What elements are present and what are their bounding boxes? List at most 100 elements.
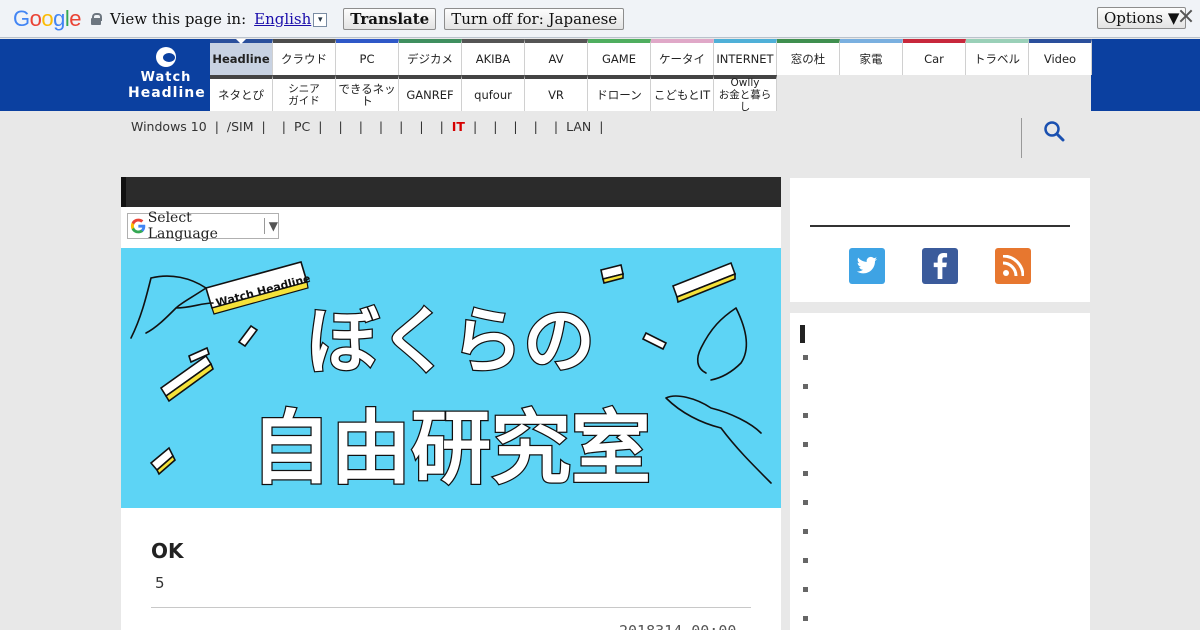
nav-item[interactable]: 家電	[840, 39, 903, 75]
subnav-link[interactable]: /SIM	[227, 119, 254, 134]
search-icon[interactable]	[1043, 120, 1065, 142]
subnav-link[interactable]: IT	[452, 119, 465, 134]
category-subnav: Windows 10 | /SIM | | PC | | | | | | | IT | | | | | LAN |	[131, 119, 611, 134]
google-logo: Google	[13, 5, 82, 32]
list-item-bullet[interactable]	[803, 587, 808, 592]
list-item-bullet[interactable]	[803, 500, 808, 505]
subnav-separator: |	[281, 119, 286, 134]
nav-item[interactable]: できるネット	[336, 75, 399, 111]
banner-title-line1: ぼくらの	[307, 299, 595, 383]
list-item-bullet[interactable]	[803, 384, 808, 389]
translate-button[interactable]: Translate	[343, 7, 437, 30]
close-icon[interactable]	[1179, 9, 1193, 23]
nav-item[interactable]: Owlly お金と暮らし	[714, 75, 777, 113]
subnav-link[interactable]: PC	[294, 119, 310, 134]
subnav-link[interactable]: Windows 10	[131, 119, 207, 134]
subnav-separator: |	[214, 119, 219, 134]
rss-button[interactable]	[995, 248, 1031, 284]
select-language-widget[interactable]: Select Language ▼	[127, 210, 279, 242]
nav-item[interactable]: トラベル	[966, 39, 1029, 75]
list-item-bullet[interactable]	[803, 529, 808, 534]
subnav-separator: |	[399, 119, 404, 134]
subnav-separator: |	[439, 119, 444, 134]
google-g-icon	[130, 218, 146, 234]
twitter-icon	[856, 256, 878, 274]
nav-item[interactable]: デジカメ	[399, 39, 462, 75]
language-select[interactable]: English ▾	[254, 10, 328, 28]
facebook-icon	[933, 253, 948, 279]
turn-off-button[interactable]: Turn off for: Japanese	[444, 7, 625, 30]
options-button[interactable]: Options ▼	[1097, 7, 1187, 29]
article-number: 5	[155, 574, 165, 592]
select-separator	[263, 218, 265, 234]
list-item-bullet[interactable]	[803, 442, 808, 447]
nav-item[interactable]: AKIBA	[462, 39, 525, 75]
nav-item[interactable]: こどもとIT	[651, 75, 714, 111]
translate-prompt: View this page in:	[110, 9, 247, 28]
list-item-bullet[interactable]	[803, 413, 808, 418]
nav-item[interactable]: INTERNET	[714, 39, 777, 75]
site-header: Watch Headline Headline クラウド PC デジカメ AKIBA AV…	[0, 39, 1200, 113]
nav-row-primary: Headline クラウド PC デジカメ AKIBA AV GAME ケータイ INTERNE…	[210, 39, 1092, 75]
section-header-bar	[121, 177, 781, 207]
nav-item[interactable]: ケータイ	[651, 39, 714, 75]
logo-line1: Watch	[140, 70, 192, 85]
subnav-separator: |	[599, 119, 604, 134]
select-language-label: Select Language	[147, 210, 218, 242]
facebook-button[interactable]	[922, 248, 958, 284]
subnav-separator: |	[378, 119, 384, 134]
article-divider	[151, 607, 751, 608]
subnav-separator: |	[338, 119, 343, 134]
header-blue-right	[1091, 39, 1200, 111]
nav-item[interactable]: ネタとぴ	[210, 75, 273, 111]
subnav-separator: |	[493, 119, 498, 134]
nav-item[interactable]: クラウド	[273, 39, 336, 75]
nav-item[interactable]: シニア ガイド	[273, 75, 336, 111]
nav-item[interactable]: AV	[525, 39, 588, 75]
list-item-bullet[interactable]	[803, 471, 808, 476]
nav-item[interactable]: Headline	[210, 39, 273, 75]
google-logo-letter: g	[53, 5, 65, 31]
main-content: Select Language ▼ Watch Headline ぼくらの 自由…	[121, 177, 781, 630]
banner-title-line2: 自由研究室	[251, 402, 651, 495]
banner-illustration: Watch Headline ぼくらの 自由研究室	[130, 261, 772, 496]
nav-row-secondary: ネタとぴ シニア ガイド できるネット GANREF qufour VR ドローン こどもとI…	[210, 75, 777, 113]
watch-headline-tag: Watch Headline	[204, 261, 312, 315]
site-logo[interactable]: Watch Headline	[128, 47, 205, 101]
nav-item[interactable]: Car	[903, 39, 966, 75]
subnav-separator: |	[358, 119, 363, 134]
sidebar-social	[790, 178, 1090, 302]
subnav-separator: |	[553, 119, 559, 134]
google-logo-letter: G	[13, 5, 30, 31]
logo-mark-icon	[154, 47, 178, 69]
subnav-separator: |	[318, 119, 323, 134]
subnav-separator: |	[261, 119, 266, 134]
chevron-down-icon[interactable]: ▾	[313, 12, 328, 27]
google-logo-letter: o	[41, 5, 54, 31]
google-logo-letter: o	[29, 5, 42, 31]
rss-icon	[1002, 255, 1024, 277]
twitter-button[interactable]	[849, 248, 885, 284]
nav-item[interactable]: qufour	[462, 75, 525, 111]
nav-item[interactable]: GANREF	[399, 75, 462, 111]
nav-item[interactable]: PC	[336, 39, 399, 75]
subnav-separator: |	[472, 119, 478, 134]
nav-item[interactable]: ドローン	[588, 75, 651, 111]
article-date: 2018314 00:00	[619, 622, 736, 630]
nav-item[interactable]: Video	[1029, 39, 1092, 75]
sidebar-ranking	[790, 313, 1090, 630]
dropdown-arrow-icon[interactable]: ▼	[269, 219, 278, 233]
subnav-separator: |	[419, 119, 424, 134]
nav-item[interactable]: VR	[525, 75, 588, 111]
nav-item[interactable]: GAME	[588, 39, 651, 75]
list-item-bullet[interactable]	[803, 558, 808, 563]
article-title[interactable]: OK	[151, 539, 184, 563]
list-item-bullet[interactable]	[803, 616, 808, 621]
sidebar-heading-marker	[800, 325, 805, 343]
subnav-link[interactable]: LAN	[566, 119, 591, 134]
feature-banner[interactable]: Watch Headline ぼくらの 自由研究室	[121, 248, 781, 508]
lock-icon	[91, 12, 103, 25]
nav-item[interactable]: 窓の杜	[777, 39, 840, 75]
google-logo-letter: e	[69, 5, 82, 31]
list-item-bullet[interactable]	[803, 355, 808, 360]
